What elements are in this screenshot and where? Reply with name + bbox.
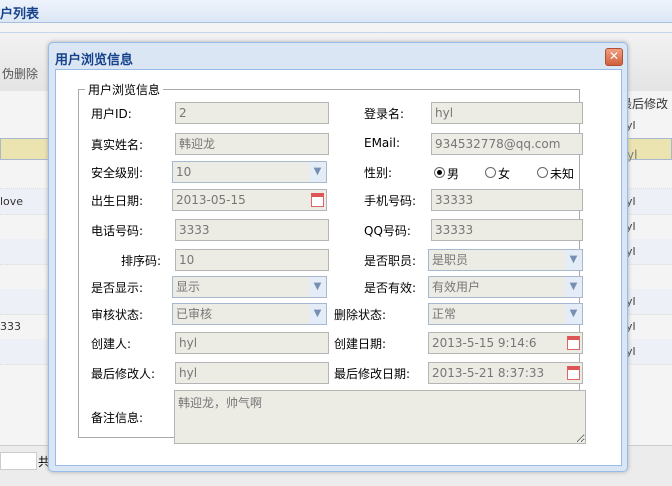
gender-option-label: 女 (498, 167, 511, 181)
mobile-field[interactable]: 33333 (431, 189, 583, 211)
chevron-down-icon[interactable]: ▼ (565, 304, 582, 324)
gender-option-label: 男 (447, 167, 460, 181)
calendar-icon[interactable] (567, 366, 580, 380)
creator-value: hyl (179, 336, 198, 350)
label-phone: 电话号码: (91, 224, 144, 238)
is_valid-value: 有效用户 (432, 280, 481, 294)
email-field[interactable]: 934532778@qq.com (431, 133, 583, 155)
dialog-body: 用户浏览信息 用户ID: 2 登录名: hyl 真实姓名: 韩迎龙 EMail: 934532… (55, 69, 622, 466)
chevron-down-icon[interactable]: ▼ (565, 250, 582, 270)
user_id-value: 2 (179, 106, 187, 120)
is_staff-value: 是职员 (432, 253, 469, 267)
real_name-value: 韩迎龙 (179, 137, 216, 151)
label-is_show: 是否显示: (91, 281, 144, 295)
modifier-field[interactable]: hyl (175, 362, 329, 384)
user-info-dialog: 用户浏览信息 ✕ 用户浏览信息 用户ID: 2 登录名: hyl 真实姓名: 韩迎龙 EMa… (48, 42, 628, 472)
email-value: 934532778@qq.com (435, 137, 561, 151)
login-value: hyl (435, 106, 454, 120)
created-field[interactable]: 2013-5-15 9:14:6 (428, 332, 583, 354)
label-is_valid: 是否有效: (364, 281, 417, 295)
audit-select[interactable]: 已审核 ▼ (172, 303, 327, 325)
qq-field[interactable]: 33333 (431, 219, 583, 241)
row-cell-left: love (0, 195, 24, 208)
phone-field[interactable]: 3333 (175, 219, 329, 241)
label-birth: 出生日期: (91, 194, 144, 208)
label-creator: 创建人: (91, 337, 132, 351)
audit-value: 已审核 (176, 307, 213, 321)
modified-value: 2013-5-21 8:37:33 (432, 366, 545, 380)
is_show-value: 显示 (176, 280, 201, 294)
is_show-select[interactable]: 显示 ▼ (172, 276, 327, 298)
label-mobile: 手机号码: (364, 194, 417, 208)
label-audit: 审核状态: (91, 308, 144, 322)
modified-field[interactable]: 2013-5-21 8:37:33 (428, 362, 583, 384)
gender-radio-1[interactable] (485, 167, 496, 178)
sort-field[interactable]: 10 (175, 249, 329, 271)
soft-delete-button[interactable]: 伪删除 (2, 65, 38, 82)
chevron-down-icon[interactable]: ▼ (565, 277, 582, 297)
gender-radio-0[interactable] (434, 167, 445, 178)
label-email: EMail: (364, 136, 400, 150)
label-is_staff: 是否职员: (364, 254, 417, 268)
page-number-input[interactable] (0, 452, 37, 470)
qq-value: 33333 (435, 223, 474, 237)
page-title: 户列表 (0, 7, 40, 22)
security-select[interactable]: 10 ▼ (172, 161, 327, 183)
label-real_name: 真实姓名: (91, 138, 144, 152)
label-login: 登录名: (364, 107, 405, 121)
calendar-icon[interactable] (311, 193, 324, 207)
label-gender: 性别: (364, 166, 393, 180)
label-sort: 排序码: (121, 254, 162, 268)
close-icon[interactable]: ✕ (605, 48, 623, 66)
row-cell-left: 333 (0, 320, 21, 333)
birth-field[interactable]: 2013-05-15 (172, 189, 327, 211)
page-header (0, 0, 672, 23)
label-qq: QQ号码: (364, 224, 411, 238)
row-cell-last-modified: yl (627, 148, 638, 162)
remark-textarea[interactable]: 韩迎龙，帅气啊 (174, 390, 586, 444)
real_name-field[interactable]: 韩迎龙 (175, 133, 329, 155)
gender-option-label: 未知 (550, 167, 575, 181)
fieldset-legend: 用户浏览信息 (88, 83, 161, 97)
security-value: 10 (176, 165, 192, 179)
chevron-down-icon[interactable]: ▼ (309, 277, 326, 297)
label-modifier: 最后修改人: (91, 367, 156, 381)
label-remark: 备注信息: (91, 411, 144, 425)
label-del_state: 删除状态: (334, 308, 387, 322)
mobile-value: 33333 (435, 193, 474, 207)
label-security: 安全级别: (91, 166, 144, 180)
login-field[interactable]: hyl (431, 102, 583, 124)
created-value: 2013-5-15 9:14:6 (432, 336, 537, 350)
label-modified: 最后修改日期: (334, 367, 411, 381)
is_staff-select[interactable]: 是职员 ▼ (428, 249, 583, 271)
del_state-value: 正常 (432, 307, 457, 321)
is_valid-select[interactable]: 有效用户 ▼ (428, 276, 583, 298)
gender-radio-2[interactable] (537, 167, 548, 178)
label-created: 创建日期: (334, 337, 387, 351)
creator-field[interactable]: hyl (175, 332, 329, 354)
birth-value: 2013-05-15 (176, 193, 246, 207)
label-user_id: 用户ID: (91, 107, 132, 121)
user_id-field[interactable]: 2 (175, 102, 329, 124)
calendar-icon[interactable] (567, 336, 580, 350)
modifier-value: hyl (179, 366, 198, 380)
dialog-title: 用户浏览信息 (55, 53, 134, 68)
phone-value: 3333 (179, 223, 210, 237)
sort-value: 10 (179, 253, 195, 267)
del_state-select[interactable]: 正常 ▼ (428, 303, 583, 325)
chevron-down-icon[interactable]: ▼ (309, 162, 326, 182)
chevron-down-icon[interactable]: ▼ (309, 304, 326, 324)
